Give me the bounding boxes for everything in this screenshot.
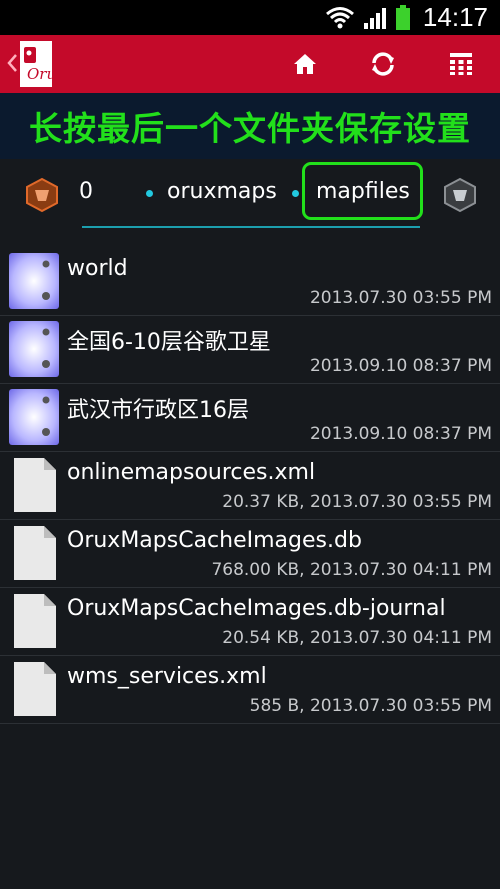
breadcrumb-item-oruxmaps[interactable]: oruxmaps	[167, 179, 277, 204]
app-logo[interactable]: Oru	[20, 41, 56, 87]
file-meta: 585 B, 2013.07.30 03:55 PM	[249, 696, 492, 716]
refresh-icon	[372, 52, 394, 76]
breadcrumb: 0 oruxmaps mapfiles	[0, 159, 500, 231]
file-icon	[8, 592, 60, 650]
back-chevron-icon[interactable]	[6, 53, 18, 77]
grid-menu-icon	[450, 53, 472, 75]
clock: 14:17	[422, 2, 488, 32]
file-meta: 2013.09.10 08:37 PM	[309, 424, 492, 444]
breadcrumb-separator	[146, 190, 153, 197]
list-item[interactable]: 武汉市行政区16层 2013.09.10 08:37 PM	[0, 384, 500, 452]
home-button[interactable]	[290, 49, 320, 79]
list-item[interactable]: OruxMapsCacheImages.db 768.00 KB, 2013.0…	[0, 520, 500, 588]
list-item[interactable]: onlinemapsources.xml 20.37 KB, 2013.07.3…	[0, 452, 500, 520]
breadcrumb-separator	[292, 190, 299, 197]
file-name: OruxMapsCacheImages.db	[67, 528, 362, 553]
file-name: onlinemapsources.xml	[67, 460, 316, 485]
home-icon	[294, 54, 316, 74]
list-item[interactable]: world 2013.07.30 03:55 PM	[0, 248, 500, 316]
instruction-banner: 长按最后一个文件夹保存设置	[0, 93, 500, 159]
file-meta: 20.37 KB, 2013.07.30 03:55 PM	[222, 492, 492, 512]
wifi-icon	[325, 6, 355, 30]
file-list: world 2013.07.30 03:55 PM 全国6-10层谷歌卫星 20…	[0, 248, 500, 724]
file-name: world	[67, 256, 128, 281]
list-item[interactable]: 全国6-10层谷歌卫星 2013.09.10 08:37 PM	[0, 316, 500, 384]
battery-icon	[395, 4, 411, 31]
file-name: wms_services.xml	[67, 664, 267, 689]
file-name: 武汉市行政区16层	[67, 398, 249, 423]
banner-text: 长按最后一个文件夹保存设置	[29, 109, 471, 148]
file-icon	[8, 660, 60, 718]
orange-cube-icon[interactable]	[24, 177, 60, 213]
signal-icon	[363, 6, 387, 30]
file-meta: 768.00 KB, 2013.07.30 04:11 PM	[211, 560, 492, 580]
gray-cube-icon[interactable]	[442, 177, 478, 213]
breadcrumb-item-root[interactable]: 0	[79, 179, 93, 204]
file-meta: 2013.09.10 08:37 PM	[309, 356, 492, 376]
breadcrumb-item-mapfiles[interactable]: mapfiles	[316, 179, 410, 204]
list-item[interactable]: OruxMapsCacheImages.db-journal 20.54 KB,…	[0, 588, 500, 656]
action-bar: Oru	[0, 35, 500, 93]
breadcrumb-underline	[82, 226, 420, 228]
svg-text:Oru: Oru	[27, 65, 52, 83]
folder-icon	[8, 320, 60, 378]
list-item[interactable]: wms_services.xml 585 B, 2013.07.30 03:55…	[0, 656, 500, 724]
file-meta: 20.54 KB, 2013.07.30 04:11 PM	[222, 628, 492, 648]
status-bar: 14:17	[0, 0, 500, 35]
file-meta: 2013.07.30 03:55 PM	[309, 288, 492, 308]
file-icon	[8, 524, 60, 582]
refresh-button[interactable]	[368, 49, 398, 79]
file-icon	[8, 456, 60, 514]
folder-icon	[8, 388, 60, 446]
file-name: OruxMapsCacheImages.db-journal	[67, 596, 446, 621]
folder-icon	[8, 252, 60, 310]
file-name: 全国6-10层谷歌卫星	[67, 330, 271, 355]
menu-button[interactable]	[446, 49, 476, 79]
